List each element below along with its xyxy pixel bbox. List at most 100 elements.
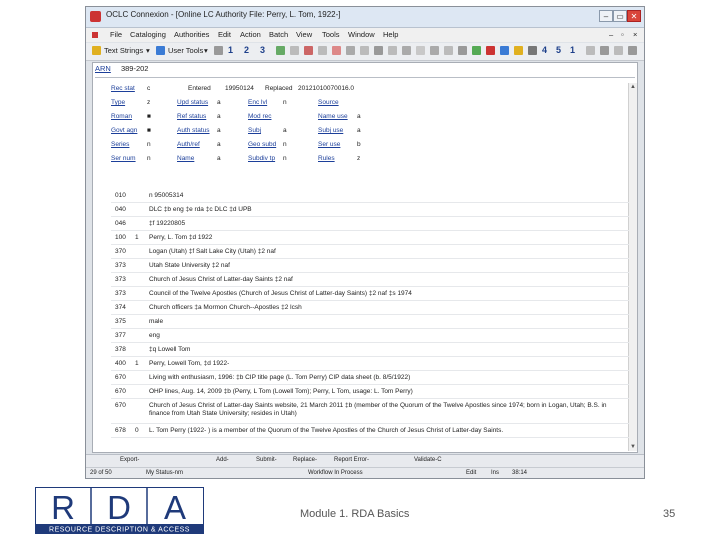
ff-ref-status-value[interactable]: a [217, 113, 221, 120]
field-tag[interactable]: 370 [115, 248, 135, 255]
toolbar-num-6[interactable]: 1 [570, 45, 575, 55]
field-tag[interactable]: 670 [115, 388, 135, 395]
field-indicator[interactable]: 1 [135, 360, 147, 367]
toolbar-icon-19[interactable] [514, 46, 523, 55]
ff-series[interactable]: Series [111, 141, 129, 148]
toolbar-num-2[interactable]: 2 [244, 45, 249, 55]
toolbar-icon-13[interactable] [430, 46, 439, 55]
menu-help[interactable]: Help [383, 30, 398, 39]
add-status[interactable]: Add- [216, 457, 229, 463]
field-text[interactable]: Council of the Twelve Apostles (Church o… [149, 290, 625, 297]
field-text[interactable]: Utah State University ‡2 naf [149, 262, 625, 269]
field-row[interactable]: 670 OHP lines, Aug. 14, 2009 ‡b (Perry, L… [111, 385, 629, 399]
ff-subj-use-value[interactable]: a [357, 127, 361, 134]
submit-status[interactable]: Submit- [256, 457, 277, 463]
ff-govt-agn-value[interactable]: ■ [147, 127, 151, 134]
doc-close-button[interactable]: × [633, 30, 637, 39]
field-row[interactable]: 670 Church of Jesus Christ of Latter-day … [111, 399, 629, 424]
ff-ref-status[interactable]: Ref status [177, 113, 206, 120]
field-row[interactable]: 678 0 L. Tom Perry (1922- ) is a member of… [111, 424, 629, 438]
toolbar-icon-2[interactable] [276, 46, 285, 55]
field-text[interactable]: Perry, Lowell Tom, ‡d 1922- [149, 360, 625, 367]
field-row[interactable]: 378 ‡q Lowell Tom [111, 343, 629, 357]
ff-enc-lvl[interactable]: Enc lvl [248, 99, 267, 106]
toolbar-icon-22[interactable] [600, 46, 609, 55]
menu-file[interactable]: File [110, 30, 122, 39]
field-text[interactable]: Perry, L. Tom ‡d 1922 [149, 234, 625, 241]
toolbar-num-5[interactable]: 5 [556, 45, 561, 55]
field-row[interactable]: 370 Logan (Utah) ‡f Salt Lake City (Utah)… [111, 245, 629, 259]
toolbar-icon-17[interactable] [486, 46, 495, 55]
toolbar-num-3[interactable]: 3 [260, 45, 265, 55]
ff-mod-rec[interactable]: Mod rec [248, 113, 271, 120]
ff-type-value[interactable]: z [147, 99, 150, 106]
toolbar-icon-12[interactable] [416, 46, 425, 55]
field-row[interactable]: 373 Council of the Twelve Apostles (Churc… [111, 287, 629, 301]
toolbar-num-1[interactable]: 1 [228, 45, 233, 55]
menu-tools[interactable]: Tools [322, 30, 340, 39]
scroll-down-icon[interactable]: ▼ [629, 443, 637, 451]
ff-name[interactable]: Name [177, 155, 194, 162]
text-strings-chevron-icon[interactable]: ▾ [146, 46, 150, 55]
ff-type[interactable]: Type [111, 99, 125, 106]
field-row[interactable]: 670 Living with enthusiasm, 1996: ‡b CIP … [111, 371, 629, 385]
ff-geo-subd-value[interactable]: n [283, 141, 287, 148]
minimize-button[interactable]: – [599, 10, 613, 22]
ff-ser-use-value[interactable]: b [357, 141, 361, 148]
ff-ser-use[interactable]: Ser use [318, 141, 340, 148]
field-row[interactable]: 040 DLC ‡b eng ‡e rda ‡c DLC ‡d UPB [111, 203, 629, 217]
field-row[interactable]: 375 male [111, 315, 629, 329]
field-text[interactable]: male [149, 318, 625, 325]
field-tag[interactable]: 373 [115, 290, 135, 297]
menu-edit[interactable]: Edit [218, 30, 231, 39]
toolbar-icon-23[interactable] [614, 46, 623, 55]
menu-batch[interactable]: Batch [269, 30, 288, 39]
toolbar-icon-4[interactable] [304, 46, 313, 55]
field-tag[interactable]: 040 [115, 206, 135, 213]
toolbar-icon-18[interactable] [500, 46, 509, 55]
ff-ser-num-value[interactable]: n [147, 155, 151, 162]
ff-series-value[interactable]: n [147, 141, 151, 148]
scroll-up-icon[interactable]: ▲ [629, 83, 637, 91]
doc-minimize-button[interactable]: – [609, 30, 613, 39]
field-row[interactable]: 373 Utah State University ‡2 naf [111, 259, 629, 273]
field-indicator[interactable]: 1 [135, 234, 147, 241]
ff-govt-agn[interactable]: Govt agn [111, 127, 137, 134]
ff-enc-lvl-value[interactable]: n [283, 99, 287, 106]
ff-subj[interactable]: Subj [248, 127, 261, 134]
menu-window[interactable]: Window [348, 30, 375, 39]
field-tag[interactable]: 010 [115, 192, 135, 199]
toolbar-icon-20[interactable] [528, 46, 537, 55]
field-row[interactable]: 377 eng [111, 329, 629, 343]
toolbar-icon-6[interactable] [332, 46, 341, 55]
field-text[interactable]: n 95005314 [149, 192, 625, 199]
ff-subdiv-tp-value[interactable]: n [283, 155, 287, 162]
text-strings-dropdown[interactable]: Text Strings [104, 46, 143, 55]
field-tag[interactable]: 375 [115, 318, 135, 325]
field-tag[interactable]: 378 [115, 346, 135, 353]
field-indicator[interactable]: 0 [135, 427, 147, 434]
ff-subj-use[interactable]: Subj use [318, 127, 343, 134]
ff-auth-ref-value[interactable]: a [217, 141, 221, 148]
toolbar-icon-9[interactable] [374, 46, 383, 55]
doc-restore-button[interactable]: ▫ [621, 30, 624, 39]
ff-source[interactable]: Source [318, 99, 339, 106]
ff-rec-stat[interactable]: Rec stat [111, 85, 135, 92]
arn-label[interactable]: ARN [95, 64, 111, 73]
user-tools-dropdown[interactable]: User Tools [168, 46, 203, 55]
ff-rules-value[interactable]: z [357, 155, 360, 162]
ff-upd-status-value[interactable]: a [217, 99, 221, 106]
ff-roman-value[interactable]: ■ [147, 113, 151, 120]
field-tag[interactable]: 373 [115, 262, 135, 269]
ff-auth-ref[interactable]: Auth/ref [177, 141, 200, 148]
toolbar-icon-1[interactable] [214, 46, 223, 55]
toolbar-icon-5[interactable] [318, 46, 327, 55]
ff-auth-status-value[interactable]: a [217, 127, 221, 134]
field-text[interactable]: Church of Jesus Christ of Latter-day Sai… [149, 276, 625, 283]
toolbar-icon-14[interactable] [444, 46, 453, 55]
field-tag[interactable]: 400 [115, 360, 135, 367]
ff-ser-num[interactable]: Ser num [111, 155, 136, 162]
replace-status[interactable]: Replace- [293, 457, 317, 463]
field-text[interactable]: eng [149, 332, 625, 339]
field-tag[interactable]: 678 [115, 427, 135, 434]
